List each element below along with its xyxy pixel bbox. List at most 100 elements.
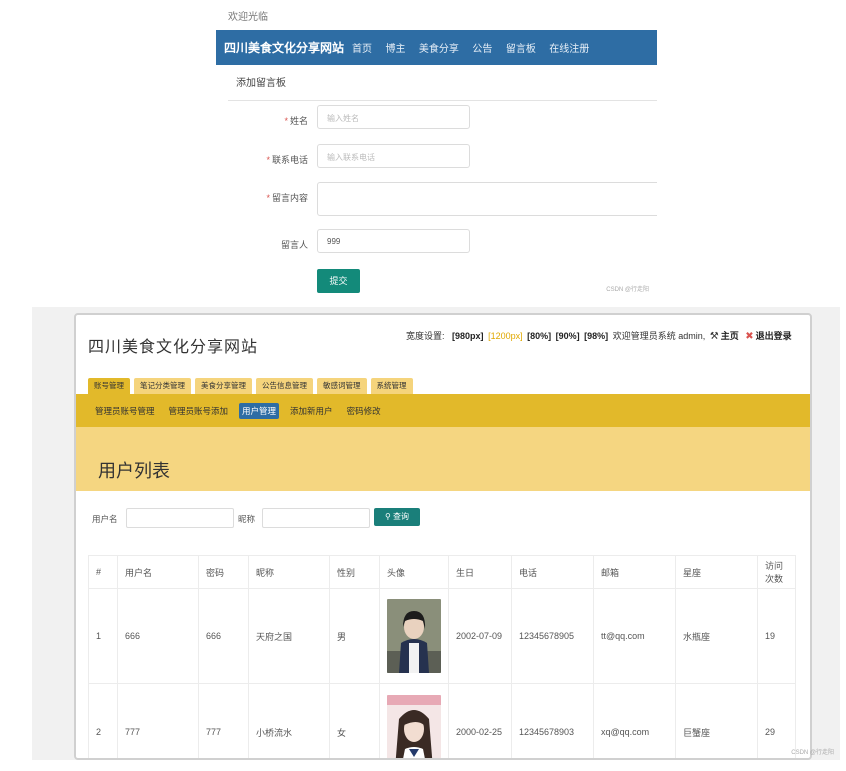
search-form: 用户名 昵称 ⚲ 查询: [92, 508, 792, 528]
subnav-admin-accounts[interactable]: 管理员账号管理: [92, 403, 158, 419]
nav-home[interactable]: 首页: [352, 44, 372, 55]
width-1200[interactable]: [1200px]: [488, 331, 523, 341]
cell-birthday: 2002-07-09: [448, 588, 512, 684]
col-index: #: [88, 555, 118, 589]
content-label: * 留言内容: [266, 193, 308, 203]
watermark: CSDN @行走阳: [606, 287, 649, 293]
user-avatar-photo: [387, 599, 441, 673]
cell-gender: 女: [329, 683, 380, 758]
cell-zodiac: 水瓶座: [675, 588, 758, 684]
site-brand[interactable]: 四川美食文化分享网站: [224, 39, 344, 56]
cell-phone: 12345678903: [511, 683, 594, 758]
col-avatar: 头像: [379, 555, 449, 589]
cell-username: 777: [117, 683, 199, 758]
close-icon: ✖: [745, 331, 754, 342]
cell-password: 666: [198, 588, 249, 684]
tab-sensitive-words[interactable]: 敏感词管理: [317, 378, 367, 394]
nickname-filter-input[interactable]: [262, 508, 370, 528]
admin-window: 四川美食文化分享网站 宽度设置: [980px] [1200px] [80%] …: [74, 313, 812, 760]
col-email: 邮箱: [593, 555, 676, 589]
tab-account[interactable]: 账号管理: [88, 378, 130, 394]
user-table: # 用户名 密码 昵称 性别 头像 生日 电话 邮箱 星座 访问次数 1 666: [88, 555, 796, 758]
col-username: 用户名: [117, 555, 199, 589]
tab-food-share[interactable]: 美食分享管理: [195, 378, 252, 394]
cell-index: 1: [88, 588, 118, 684]
submit-button[interactable]: 提交: [317, 269, 360, 293]
author-label: 留言人: [280, 240, 308, 250]
subnav-user-management[interactable]: 用户管理: [239, 402, 280, 419]
cell-phone: 12345678905: [511, 588, 594, 684]
content-textarea[interactable]: [317, 182, 657, 216]
username-filter-label: 用户名: [92, 514, 118, 524]
cell-avatar: [379, 683, 449, 758]
col-phone: 电话: [511, 555, 594, 589]
search-icon: ⚲: [384, 512, 391, 521]
name-input[interactable]: 输入姓名: [317, 105, 470, 129]
subnav-add-user[interactable]: 添加新用户: [287, 403, 336, 419]
tab-notice[interactable]: 公告信息管理: [256, 378, 313, 394]
guestbook-screenshot: 欢迎光临 四川美食文化分享网站 首页 博主 美食分享 公告 留言板 在线注册 添…: [216, 8, 657, 297]
width-settings: 宽度设置: [980px] [1200px] [80%] [90%] [98%]…: [406, 329, 794, 342]
width-label: 宽度设置:: [406, 331, 445, 341]
cell-nickname: 天府之国: [248, 588, 330, 684]
nav-register[interactable]: 在线注册: [549, 44, 589, 55]
subnav-change-password[interactable]: 密码修改: [344, 403, 384, 419]
col-birthday: 生日: [448, 555, 512, 589]
col-zodiac: 星座: [675, 555, 758, 589]
nav-guestbook[interactable]: 留言板: [506, 44, 536, 55]
search-button[interactable]: ⚲ 查询: [374, 508, 420, 526]
cell-avatar: [379, 588, 449, 684]
cell-birthday: 2000-02-25: [448, 683, 512, 758]
welcome-text: 欢迎光临: [228, 12, 268, 23]
tab-note-category[interactable]: 笔记分类管理: [134, 378, 191, 394]
user-avatar-photo: [387, 695, 441, 758]
cell-nickname: 小桥流水: [248, 683, 330, 758]
table-row: 2 777 777 小桥流水 女 2000-02-25 12345678903 …: [88, 683, 796, 758]
cell-index: 2: [88, 683, 118, 758]
username-filter-input[interactable]: [126, 508, 234, 528]
width-98[interactable]: [98%]: [584, 331, 608, 341]
width-980[interactable]: [980px]: [452, 331, 484, 341]
home-link[interactable]: 主页: [721, 331, 739, 341]
search-button-label: 查询: [393, 512, 410, 521]
cell-visits: 19: [757, 588, 796, 684]
col-nickname: 昵称: [248, 555, 330, 589]
table-row: 1 666 666 天府之国 男 2002-07-09 12345678905 …: [88, 588, 796, 684]
admin-screenshot: 四川美食文化分享网站 宽度设置: [980px] [1200px] [80%] …: [32, 307, 840, 760]
table-header-row: # 用户名 密码 昵称 性别 头像 生日 电话 邮箱 星座 访问次数: [88, 555, 796, 589]
phone-input[interactable]: 输入联系电话: [317, 144, 470, 168]
watermark: CSDN @行走阳: [791, 750, 834, 756]
cell-email: xq@qq.com: [593, 683, 676, 758]
page-banner: 用户列表: [76, 427, 810, 491]
divider: [228, 100, 657, 101]
subnav-add-admin[interactable]: 管理员账号添加: [166, 403, 232, 419]
width-80[interactable]: [80%]: [527, 331, 551, 341]
nav-notice[interactable]: 公告: [472, 44, 492, 55]
tools-icon: ⚒: [709, 331, 719, 342]
cell-gender: 男: [329, 588, 380, 684]
cell-email: tt@qq.com: [593, 588, 676, 684]
nav-bloggers[interactable]: 博主: [385, 44, 405, 55]
main-tabs: 账号管理 笔记分类管理 美食分享管理 公告信息管理 敏感词管理 系统管理: [88, 378, 417, 394]
col-password: 密码: [198, 555, 249, 589]
tab-system[interactable]: 系统管理: [370, 378, 413, 394]
main-nav: 首页 博主 美食分享 公告 留言板 在线注册: [352, 39, 598, 57]
page-title: 用户列表: [98, 461, 170, 481]
phone-label: * 联系电话: [266, 155, 308, 165]
name-label: * 姓名: [284, 116, 308, 126]
col-visits: 访问次数: [757, 555, 796, 589]
admin-welcome: 欢迎管理员系统 admin,: [612, 331, 706, 341]
col-gender: 性别: [329, 555, 380, 589]
cell-zodiac: 巨蟹座: [675, 683, 758, 758]
cell-username: 666: [117, 588, 199, 684]
nickname-filter-label: 昵称: [238, 514, 256, 524]
sub-nav: 管理员账号管理 管理员账号添加 用户管理 添加新用户 密码修改: [76, 394, 810, 427]
logout-link[interactable]: 退出登录: [756, 331, 792, 341]
site-title: 四川美食文化分享网站: [88, 339, 259, 356]
nav-food-share[interactable]: 美食分享: [419, 44, 459, 55]
width-90[interactable]: [90%]: [556, 331, 580, 341]
cell-visits: 29: [757, 683, 796, 758]
author-input[interactable]: 999: [317, 229, 470, 253]
cell-password: 777: [198, 683, 249, 758]
card-title: 添加留言板: [236, 78, 286, 89]
